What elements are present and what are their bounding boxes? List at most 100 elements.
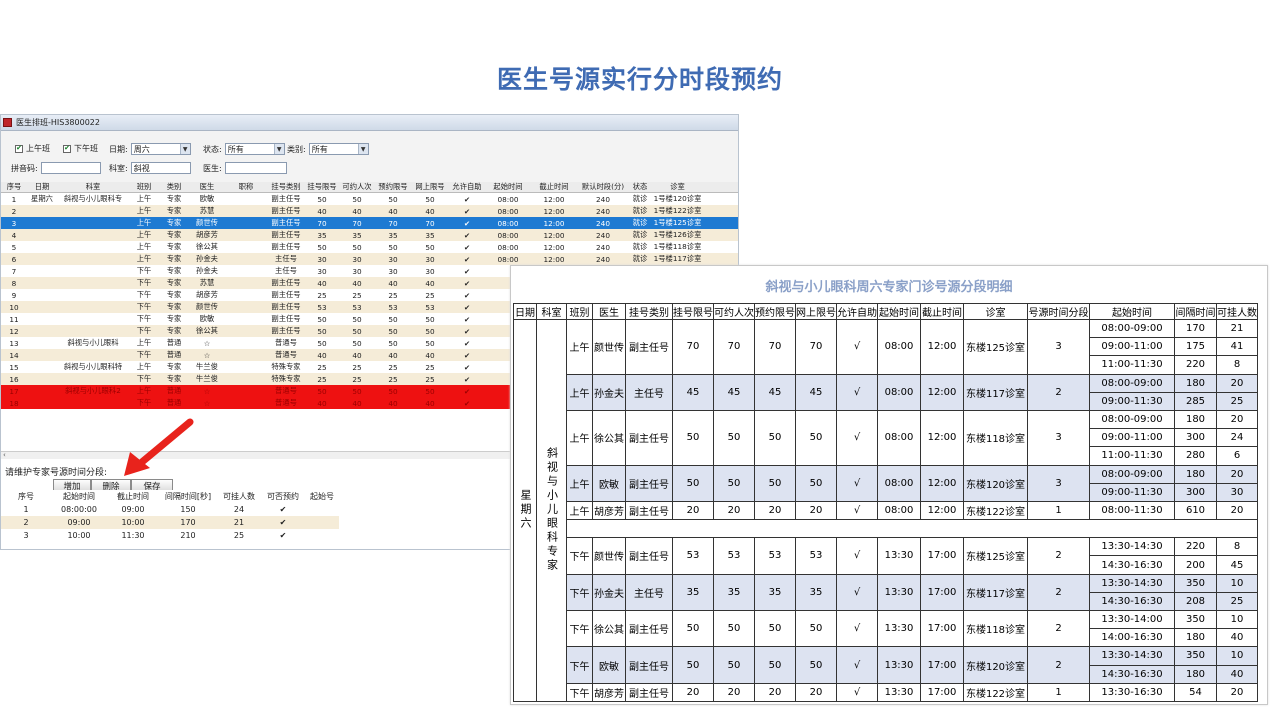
grid-cell: 240	[596, 230, 610, 240]
detail-start-cell: 13:30	[877, 609, 921, 648]
segment-header[interactable]: 序号 起始时间 截止时间 间隔时间[秒] 可挂人数 可否预约 起始号	[1, 490, 339, 503]
grid-cell: 1号楼118诊室	[653, 242, 702, 251]
table-row[interactable]: 1 星期六 斜视与小儿眼科专 上午 专家 欧敏 副主任号 50 50 50 50 ✔ 08:00 12:0…	[1, 193, 738, 205]
grid-cell: 专家	[166, 302, 182, 311]
detail-row: 上午 孙金夫 主任号 45 45 45 45 √ 08:00 12:00 东楼117诊室 2 08:00…	[514, 373, 1258, 411]
segment-row[interactable]: 1 08:00:00 09:00 150 24 ✔	[1, 503, 339, 516]
pm-checkbox[interactable]: ✔ 下午班	[63, 143, 98, 154]
table-row[interactable]: 4 上午 专家 胡彦芳 副主任号 35 35 35 35 ✔ 08:00 12:00 240 就诊 1号楼1…	[1, 229, 738, 241]
grid-cell: 孙金夫	[196, 266, 218, 275]
doctor-input[interactable]	[224, 162, 287, 174]
grid-cell: 医生	[199, 182, 215, 191]
grid-cell: 预约限号	[378, 182, 408, 191]
detail-row: 下午 颜世传 副主任号 53 53 53 53 √ 13:30 17:00 东楼125诊室 2 13:3…	[514, 537, 1258, 575]
detail-header-cell: 可约人次	[713, 303, 755, 320]
slide-title: 医生号源实行分时段预约	[496, 65, 783, 94]
detail-lim-cell: 53	[672, 537, 714, 575]
segment-cell: 10:00	[121, 518, 145, 527]
grid-cell: 上午	[136, 362, 152, 371]
segment-cell: 09:00	[67, 518, 91, 527]
detail-slot-cell: 13:30-16:30	[1089, 682, 1175, 702]
grid-cell: 9	[11, 290, 17, 300]
grid-header[interactable]: 序号 日期 科室 班别 类别 医生 职称 挂号类别 挂号限号 可约人次 预约限号 网上限号 允许自助 起始…	[1, 182, 738, 193]
app-icon	[3, 118, 12, 127]
detail-seg-cell: 1	[1027, 682, 1090, 702]
grid-cell: 专家	[166, 290, 182, 299]
grid-cell: 专家	[166, 266, 182, 275]
detail-row: 上午 徐公其 副主任号 50 50 50 50 √ 08:00 12:00 东楼118诊室 3 08:0…	[514, 409, 1258, 466]
segment-row[interactable]: 3 10:00 11:30 210 25 ✔	[1, 529, 339, 542]
table-row[interactable]: 5 上午 专家 徐公其 副主任号 50 50 50 50 ✔ 08:00 12:00 240 就诊 1号楼1…	[1, 241, 738, 253]
detail-room-cell: 东楼122诊室	[963, 500, 1028, 521]
detail-slot-cell: 20	[1216, 682, 1258, 702]
segment-cell: 150	[180, 505, 196, 514]
detail-end-cell: 17:00	[920, 609, 964, 648]
detail-slot-cell: 25	[1216, 591, 1258, 612]
detail-header-cell: 间隔时间	[1174, 303, 1217, 320]
grid-cell: 星期六	[31, 194, 53, 203]
detail-start-cell: 13:30	[877, 537, 921, 575]
table-row[interactable]: 6 上午 专家 孙金夫 主任号 30 30 30 30 ✔ 08:00 12:00 240 就诊 1号楼11…	[1, 253, 738, 265]
grid-cell: 10	[9, 302, 19, 312]
detail-slot-cell: 11:00-11:30	[1089, 446, 1175, 466]
pinyin-label: 拼音码:	[11, 163, 38, 173]
grid-cell: 专家	[166, 362, 182, 371]
grid-cell: 普通号	[275, 386, 297, 395]
dept-input[interactable]: 斜视	[130, 162, 191, 174]
detail-res-cell: 35	[754, 573, 796, 612]
grid-cell: 40	[317, 398, 327, 408]
grid-cell: 类别	[166, 182, 182, 191]
grid-cell: 上午	[136, 206, 152, 215]
grid-cell: 就诊	[632, 218, 648, 227]
detail-auto-cell: √	[836, 464, 878, 502]
date-select[interactable]: 周六 ▼	[130, 143, 191, 155]
grid-cell: 挂号类别	[271, 182, 301, 191]
grid-cell: 25	[425, 374, 435, 384]
segment-row[interactable]: 2 09:00 10:00 170 21 ✔	[1, 516, 339, 529]
grid-cell: 上午	[136, 386, 152, 395]
type-select[interactable]: 所有 ▼	[308, 143, 369, 155]
grid-cell: 70	[317, 218, 327, 228]
pinyin-input[interactable]	[40, 162, 101, 174]
detail-room-cell: 东楼118诊室	[963, 409, 1028, 466]
grid-cell: 240	[596, 218, 610, 228]
table-row[interactable]: 3 上午 专家 颜世传 副主任号 70 70 70 70 ✔ 08:00 12:00 240 就诊 1号楼1…	[1, 217, 738, 229]
detail-slot-cell: 14:00-16:30	[1089, 628, 1175, 648]
detail-rtype-cell: 副主任号	[625, 319, 673, 375]
grid-cell: 18	[9, 398, 19, 408]
detail-table: 日期 科室 班别 医生 挂号类别 挂号限号 可约人次 预约限号 网上限号 允许自助 起始时间 截止时间…	[513, 303, 1258, 702]
grid-cell: 颜世传	[196, 302, 218, 311]
table-row[interactable]: 2 上午 专家 苏慧 副主任号 40 40 40 40 ✔ 08:00 12:00 240 就诊 1号楼12…	[1, 205, 738, 217]
window-title: 医生排班-HIS3800022	[16, 118, 100, 127]
am-checkbox[interactable]: ✔ 上午班	[15, 143, 50, 154]
grid-cell: 50	[317, 194, 327, 204]
detail-row: 上午 欧敏 副主任号 50 50 50 50 √ 08:00 12:00 东楼120诊室 3 08:00…	[514, 464, 1258, 502]
detail-doc-cell: 孙金夫	[592, 373, 626, 411]
grid-cell: 允许自助	[452, 182, 482, 191]
detail-net-cell: 50	[795, 464, 837, 502]
detail-end-cell: 12:00	[920, 409, 964, 466]
grid-cell: 240	[596, 242, 610, 252]
detail-slot-cell: 20	[1216, 373, 1258, 393]
grid-cell: 25	[425, 290, 435, 300]
grid-cell: 起始时间	[493, 182, 523, 191]
detail-shift-cell: 上午	[566, 373, 593, 411]
grid-cell: ✔	[463, 194, 471, 204]
detail-slot-cell: 280	[1174, 446, 1217, 466]
grid-cell: ☆	[203, 350, 211, 360]
segment-cell: 2	[23, 518, 29, 527]
segment-cell: 可否预约	[267, 492, 299, 501]
filter-bar: ✔ 上午班 ✔ 下午班 日期: 周六 ▼ 状态: 所有 ▼ 类别: 所有 ▼ 拼音码: 科…	[1, 131, 738, 188]
status-select[interactable]: 所有 ▼	[224, 143, 285, 155]
grid-cell: 牛兰俊	[196, 362, 218, 371]
grid-cell: 斜视与小儿眼科专	[63, 194, 123, 203]
grid-cell: 50	[317, 314, 327, 324]
grid-cell: 专家	[166, 218, 182, 227]
scroll-left-icon[interactable]: ‹	[3, 451, 6, 459]
grid-cell: 胡彦芳	[196, 230, 218, 239]
grid-cell: 30	[317, 266, 327, 276]
grid-cell: 2	[11, 206, 17, 216]
detail-slot-cell: 24	[1216, 428, 1258, 448]
detail-row: 星期六 斜视与小儿眼科专家 上午 颜世传 副主任号 70 70 70 70 √ 08:00 12:00…	[513, 318, 1258, 702]
grid-cell: 40	[425, 278, 435, 288]
